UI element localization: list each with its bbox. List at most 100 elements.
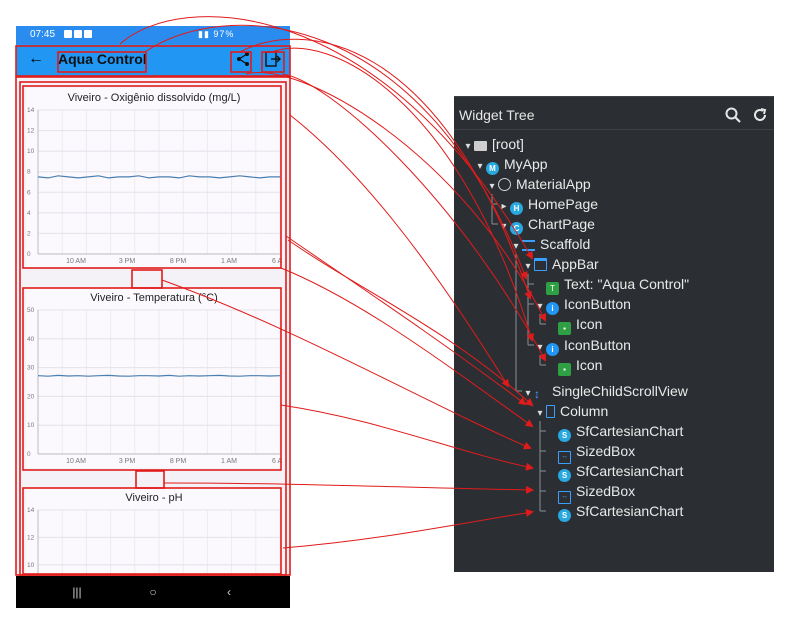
tree-node-label: AppBar bbox=[552, 256, 599, 272]
expand-chevron-icon[interactable]: ▾ bbox=[510, 238, 522, 256]
tree-node-sfcartesianchart-3[interactable]: S SfCartesianChart bbox=[546, 502, 684, 522]
y-tick-label: 12 bbox=[27, 534, 35, 541]
x-tick-label: 10 AM bbox=[66, 258, 86, 265]
widget-class-icon: S bbox=[558, 429, 571, 442]
expand-chevron-icon[interactable]: ▾ bbox=[486, 178, 498, 196]
expand-chevron-icon[interactable]: ▾ bbox=[534, 405, 546, 423]
y-tick-label: 14 bbox=[27, 507, 35, 514]
widget-class-icon: S bbox=[558, 509, 571, 522]
tree-node-scaffold[interactable]: ▾ Scaffold bbox=[510, 235, 590, 253]
tree-node-label: Column bbox=[560, 403, 609, 419]
y-tick-label: 30 bbox=[27, 365, 35, 372]
tree-node-myapp[interactable]: ▾ M MyApp bbox=[474, 155, 548, 176]
x-tick-label: 8 PM bbox=[170, 458, 187, 465]
chart-ph-title: Viveiro - pH bbox=[125, 492, 183, 504]
logout-icon[interactable] bbox=[264, 50, 282, 68]
y-tick-label: 10 bbox=[27, 422, 35, 429]
tree-node-sizedbox-2[interactable]: ↔ SizedBox bbox=[546, 482, 635, 504]
tree-node-sfcartesianchart-2[interactable]: S SfCartesianChart bbox=[546, 462, 683, 482]
expand-chevron-icon[interactable]: ▾ bbox=[534, 339, 546, 357]
series-line bbox=[37, 374, 281, 377]
expand-chevron-icon[interactable]: ▾ bbox=[522, 258, 534, 276]
x-tick-label: 1 AM bbox=[221, 258, 237, 265]
column-icon bbox=[546, 405, 555, 418]
share-icon[interactable] bbox=[234, 50, 252, 68]
tree-node-iconbutton-1[interactable]: ▾ i IconButton bbox=[534, 295, 631, 316]
expand-chevron-icon[interactable]: ▾ bbox=[474, 158, 486, 176]
widget-tree-title: Widget Tree bbox=[459, 107, 535, 123]
search-icon[interactable] bbox=[724, 106, 742, 124]
expand-chevron-icon[interactable]: ▾ bbox=[534, 298, 546, 316]
y-tick-label: 20 bbox=[27, 393, 35, 400]
tree-node-label: ChartPage bbox=[528, 216, 595, 232]
tree-node-label: Icon bbox=[576, 357, 603, 373]
expand-chevron-icon[interactable]: ▾ bbox=[498, 218, 510, 236]
tree-node-iconbutton-2[interactable]: ▾ i IconButton bbox=[534, 336, 631, 357]
y-tick-label: 0 bbox=[27, 251, 31, 258]
refresh-icon[interactable] bbox=[751, 106, 769, 124]
tree-node-label: [root] bbox=[492, 136, 524, 152]
tree-node-label: Scaffold bbox=[540, 236, 591, 252]
folder-icon bbox=[474, 141, 487, 151]
app-bar: ← Aqua Control bbox=[16, 44, 290, 76]
home-icon[interactable]: ○ bbox=[144, 584, 162, 600]
widget-class-icon: i bbox=[546, 343, 559, 356]
tree-node-singlechildscrollview[interactable]: ▾ ↕ SingleChildScrollView bbox=[522, 382, 687, 403]
android-nav-bar: ||| ○ ‹ bbox=[16, 576, 290, 608]
y-tick-label: 2 bbox=[27, 230, 31, 237]
phone-screen: 07:45 ▮▮ 97% ← Aqua Control 0 2 4 6 8 10 12 14 1… bbox=[16, 26, 290, 608]
tree-node-label: SfCartesianChart bbox=[576, 503, 684, 519]
status-notification-icons bbox=[62, 29, 92, 40]
x-tick-label: 3 PM bbox=[119, 258, 136, 265]
chart-oxygen: 0 2 4 6 8 10 12 14 10 AM 3 PM 8 PM 1 AM 6 AM Viveiro… bbox=[26, 88, 282, 268]
recents-icon[interactable]: ||| bbox=[68, 584, 86, 600]
x-tick-label: 1 AM bbox=[221, 458, 237, 465]
tree-node-label: SfCartesianChart bbox=[576, 423, 684, 439]
tree-node-materialapp[interactable]: ▾ MaterialApp bbox=[486, 175, 591, 196]
tree-node-icon-2[interactable]: ▪ Icon bbox=[546, 356, 603, 376]
x-tick-label: 6 AM bbox=[272, 258, 282, 265]
tree-node-homepage[interactable]: ▸ H HomePage bbox=[498, 195, 599, 216]
screenshot-stage: 07:45 ▮▮ 97% ← Aqua Control 0 2 4 6 8 10 12 14 1… bbox=[0, 0, 804, 628]
x-tick-label: 8 PM bbox=[170, 258, 187, 265]
tree-node-root[interactable]: ▾ [root] bbox=[462, 135, 524, 156]
signal-icon: ▮▮ bbox=[198, 29, 210, 39]
tree-node-label: IconButton bbox=[564, 296, 631, 312]
widget-class-icon: H bbox=[510, 202, 523, 215]
tree-node-label: Text: "Aqua Control" bbox=[564, 276, 690, 292]
widget-class-icon: S bbox=[558, 469, 571, 482]
app-title: Aqua Control bbox=[58, 51, 147, 67]
chart-oxygen-title: Viveiro - Oxigênio dissolvido (mg/L) bbox=[67, 92, 241, 104]
chart-temperature-title: Viveiro - Temperatura (°C) bbox=[90, 292, 218, 304]
widget-class-icon: C bbox=[510, 222, 523, 235]
tree-node-column[interactable]: ▾ Column bbox=[534, 402, 608, 420]
y-tick-label: 4 bbox=[27, 210, 31, 217]
tree-node-label: IconButton bbox=[564, 337, 631, 353]
expand-chevron-icon[interactable]: ▾ bbox=[522, 385, 534, 403]
material-app-icon bbox=[498, 178, 511, 191]
status-bar: 07:45 ▮▮ 97% bbox=[16, 26, 290, 44]
status-battery-text: ▮▮ 97% bbox=[198, 29, 235, 39]
y-tick-label: 14 bbox=[27, 107, 35, 114]
scroll-view-icon: ↕ bbox=[534, 387, 540, 401]
y-tick-label: 12 bbox=[27, 128, 35, 135]
y-tick-label: 6 bbox=[27, 189, 31, 196]
back-nav-icon[interactable]: ‹ bbox=[220, 584, 238, 600]
tree-node-label: SizedBox bbox=[576, 443, 636, 459]
image-widget-icon: ▪ bbox=[558, 363, 571, 376]
expand-chevron-icon[interactable]: ▸ bbox=[498, 198, 510, 216]
tree-node-icon-1[interactable]: ▪ Icon bbox=[546, 315, 602, 335]
widget-class-icon: i bbox=[546, 302, 559, 315]
expand-chevron-icon[interactable]: ▾ bbox=[462, 138, 474, 156]
back-arrow-icon[interactable]: ← bbox=[26, 49, 46, 69]
scroll-view[interactable]: 0 2 4 6 8 10 12 14 10 AM 3 PM 8 PM 1 AM 6 AM Viveiro… bbox=[16, 76, 290, 576]
tree-node-chartpage[interactable]: ▾ C ChartPage bbox=[498, 215, 595, 236]
tree-node-sizedbox-1[interactable]: ↔ SizedBox bbox=[546, 442, 636, 464]
x-tick-label: 10 AM bbox=[66, 458, 86, 465]
tree-node-sfcartesianchart-1[interactable]: S SfCartesianChart bbox=[546, 422, 684, 442]
tree-node-label: HomePage bbox=[528, 196, 599, 212]
tree-node-text-aqua-control[interactable]: T Text: "Aqua Control" bbox=[534, 275, 690, 295]
y-tick-label: 10 bbox=[27, 562, 35, 569]
tree-node-label: MaterialApp bbox=[516, 176, 591, 192]
tree-node-appbar[interactable]: ▾ AppBar bbox=[522, 255, 599, 276]
